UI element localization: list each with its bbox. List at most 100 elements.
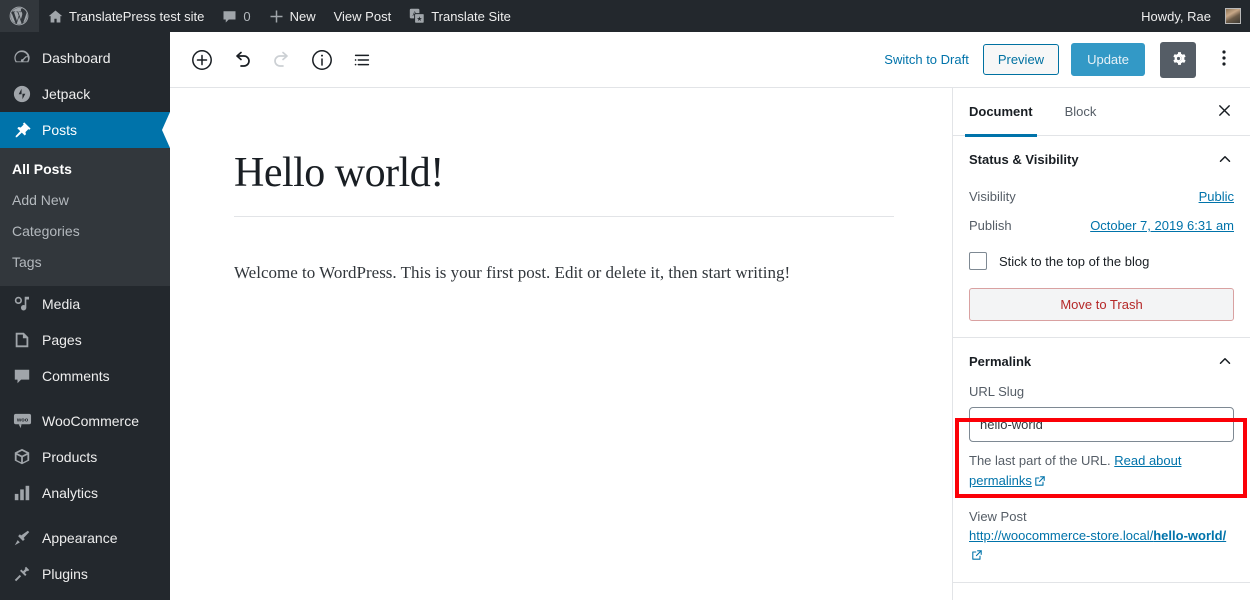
tab-document[interactable]: Document: [953, 88, 1049, 136]
update-button[interactable]: Update: [1071, 43, 1145, 77]
new-content-menu[interactable]: New: [260, 0, 325, 32]
settings-sidebar: Document Block Status & Visibility: [952, 88, 1250, 600]
sidebar-item-label: Jetpack: [42, 87, 90, 101]
sidebar-item-label: Appearance: [42, 531, 118, 545]
sidebar-item-dashboard[interactable]: Dashboard: [0, 40, 170, 76]
sidebar-item-woocommerce[interactable]: woo WooCommerce: [0, 403, 170, 439]
redo-button[interactable]: [264, 42, 300, 78]
sidebar-item-analytics[interactable]: Analytics: [0, 475, 170, 511]
add-block-button[interactable]: [184, 42, 220, 78]
sidebar-item-posts[interactable]: Posts: [0, 112, 170, 148]
menu-separator: [0, 511, 170, 520]
comment-bubble-icon: [222, 9, 237, 24]
sidebar-item-plugins[interactable]: Plugins: [0, 556, 170, 592]
new-content-label: New: [290, 9, 316, 24]
sidebar-item-label: Analytics: [42, 486, 98, 500]
close-sidebar-button[interactable]: [1206, 94, 1242, 130]
my-account-menu[interactable]: Howdy, Rae: [1132, 0, 1250, 32]
publish-row: Publish October 7, 2019 6:31 am: [969, 211, 1234, 240]
home-icon: [48, 9, 63, 24]
permalink-slug: hello-world/: [1153, 528, 1226, 543]
close-x-icon: [1216, 102, 1233, 122]
post-title-field[interactable]: Hello world!: [234, 148, 894, 216]
visibility-label: Visibility: [969, 189, 1016, 204]
plug-icon: [12, 564, 32, 584]
tab-block[interactable]: Block: [1049, 88, 1113, 136]
sticky-post-checkbox[interactable]: [969, 252, 987, 270]
publish-date-button[interactable]: October 7, 2019 6:31 am: [1090, 218, 1234, 233]
chevron-up-icon: [1216, 352, 1234, 370]
sidebar-item-jetpack[interactable]: Jetpack: [0, 76, 170, 112]
media-icon: [12, 294, 32, 314]
external-link-icon: [971, 548, 983, 566]
move-to-trash-button[interactable]: Move to Trash: [969, 288, 1234, 321]
publish-label: Publish: [969, 218, 1012, 233]
panel-permalink-header[interactable]: Permalink: [953, 338, 1250, 384]
translate-site-label: Translate Site: [431, 9, 511, 24]
settings-toggle-button[interactable]: [1160, 42, 1196, 78]
content-info-button[interactable]: [304, 42, 340, 78]
sidebar-item-label: Dashboard: [42, 51, 111, 65]
sidebar-subitem-tags[interactable]: Tags: [0, 247, 170, 278]
more-menu-button[interactable]: [1208, 42, 1240, 78]
chevron-up-icon: [1216, 150, 1234, 168]
wordpress-logo-menu[interactable]: [0, 0, 39, 32]
admin-sidebar-menu: Dashboard Jetpack Posts All Posts Add Ne…: [0, 32, 170, 600]
woocommerce-icon: woo: [12, 411, 32, 431]
block-editor: Switch to Draft Preview Update: [170, 32, 1250, 600]
active-menu-arrow: [162, 112, 170, 148]
panel-title: Permalink: [969, 354, 1031, 369]
vertical-ellipsis-icon: [1214, 48, 1234, 71]
sidebar-item-products[interactable]: Products: [0, 439, 170, 475]
panel-status-visibility-header[interactable]: Status & Visibility: [953, 136, 1250, 182]
comment-bubble-icon: [12, 366, 32, 386]
howdy-label: Howdy, Rae: [1141, 9, 1211, 24]
comments-menu[interactable]: 0: [213, 0, 259, 32]
editor-header-actions: Switch to Draft Preview Update: [882, 42, 1240, 78]
sticky-post-label[interactable]: Stick to the top of the blog: [999, 254, 1149, 269]
paragraph-block[interactable]: Welcome to WordPress. This is your first…: [234, 259, 894, 288]
menu-separator: [0, 394, 170, 403]
jetpack-icon: [12, 84, 32, 104]
sidebar-subitem-add-new[interactable]: Add New: [0, 185, 170, 216]
url-slug-label: URL Slug: [969, 384, 1234, 399]
dashboard-icon: [12, 48, 32, 68]
title-divider: [234, 216, 894, 217]
paintbrush-icon: [12, 528, 32, 548]
site-name-label: TranslatePress test site: [69, 9, 204, 24]
switch-to-draft-button[interactable]: Switch to Draft: [882, 46, 971, 73]
sidebar-item-label: WooCommerce: [42, 414, 139, 428]
translate-site-menu[interactable]: A ★ Translate Site: [400, 0, 520, 32]
svg-text:★: ★: [417, 16, 423, 23]
posts-submenu: All Posts Add New Categories Tags: [0, 148, 170, 286]
url-slug-input[interactable]: [969, 407, 1234, 442]
sidebar-subitem-all-posts[interactable]: All Posts: [0, 154, 170, 185]
sidebar-item-comments[interactable]: Comments: [0, 358, 170, 394]
panel-title: Status & Visibility: [969, 152, 1079, 167]
sidebar-item-pages[interactable]: Pages: [0, 322, 170, 358]
sidebar-item-label: Comments: [42, 369, 110, 383]
preview-button[interactable]: Preview: [983, 44, 1059, 76]
sidebar-item-label: Posts: [42, 123, 77, 137]
sidebar-subitem-categories[interactable]: Categories: [0, 216, 170, 247]
permalink-url-link[interactable]: http://woocommerce-store.local/hello-wor…: [969, 528, 1226, 543]
post-inner: Hello world! Welcome to WordPress. This …: [170, 88, 890, 288]
sidebar-item-label: Pages: [42, 333, 82, 347]
visibility-value-button[interactable]: Public: [1199, 189, 1234, 204]
view-post-menu[interactable]: View Post: [325, 0, 401, 32]
sidebar-item-label: Media: [42, 297, 80, 311]
site-name-menu[interactable]: TranslatePress test site: [39, 0, 213, 32]
admin-bar-right: Howdy, Rae: [1132, 0, 1250, 32]
sidebar-item-media[interactable]: Media: [0, 286, 170, 322]
view-post-block: View Post http://woocommerce-store.local…: [969, 509, 1234, 566]
admin-bar: TranslatePress test site 0 New View Post…: [0, 0, 1250, 32]
sidebar-item-label: Plugins: [42, 567, 88, 581]
editor-content-area: Hello world! Welcome to WordPress. This …: [170, 88, 952, 600]
undo-button[interactable]: [224, 42, 260, 78]
block-navigation-button[interactable]: [344, 42, 380, 78]
panel-status-visibility: Status & Visibility Visibility Public Pu…: [953, 136, 1250, 338]
permalink-base: http://woocommerce-store.local/: [969, 528, 1153, 543]
gear-icon: [1169, 49, 1188, 71]
sidebar-item-appearance[interactable]: Appearance: [0, 520, 170, 556]
bar-chart-icon: [12, 483, 32, 503]
